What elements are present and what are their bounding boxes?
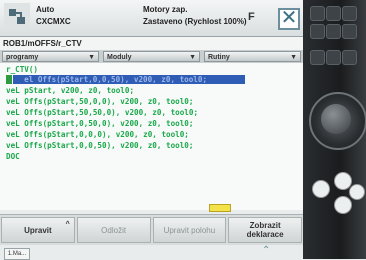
modules-dropdown-label: Moduly xyxy=(107,54,132,61)
show-declarations-label-1: Zobrazit xyxy=(249,221,281,230)
command-bar: Upravit ^ Odložit Upravit polohu Zobrazi… xyxy=(0,214,303,245)
debug-button[interactable]: Odložit xyxy=(76,217,151,243)
hw-increment-icon[interactable] xyxy=(342,50,357,65)
run-button-icon[interactable] xyxy=(312,180,330,198)
routines-dropdown-label: Rutiny xyxy=(208,54,230,61)
show-declarations-button[interactable]: Zobrazit deklarace xyxy=(228,217,302,243)
hw-key-c-icon[interactable] xyxy=(342,6,357,21)
hw-key-b-icon[interactable] xyxy=(326,6,341,21)
code-line[interactable]: veL Offs(pStart,0,0,50), v200, z0, tool0… xyxy=(6,141,193,150)
joystick-knob-icon[interactable] xyxy=(321,104,351,134)
modify-position-button[interactable]: Upravit polohu xyxy=(152,217,227,243)
hw-motion-mode-icon[interactable] xyxy=(326,50,341,65)
code-line[interactable]: veL Offs(pStart,0,0,0), v200, z0, tool0; xyxy=(6,130,189,139)
hw-key-a-icon[interactable] xyxy=(310,6,325,21)
code-line[interactable]: veL pStart, v200, z0, tool0; xyxy=(6,86,134,95)
breadcrumb: ROB1/mOFFS/r_CTV xyxy=(0,37,303,50)
code-line[interactable]: veL Offs(pStart,50,50,0), v200, z0, tool… xyxy=(6,108,198,117)
hw-key-d-icon[interactable] xyxy=(310,24,325,39)
close-button[interactable]: ✕ xyxy=(278,8,300,30)
debug-button-label: Odložit xyxy=(101,225,127,235)
quickset-icon[interactable]: ⌃ xyxy=(262,245,270,256)
program-pointer-icon xyxy=(6,75,12,84)
chevron-down-icon: ▼ xyxy=(88,54,95,61)
code-line[interactable]: veL Offs(pStart,50,0,0), v200, z0, tool0… xyxy=(6,97,193,106)
show-declarations-label-2: deklarace xyxy=(246,230,284,239)
modify-position-label: Upravit polohu xyxy=(163,225,216,235)
controller-label: CXCMXC xyxy=(36,17,71,26)
task-bar: 1.Ma... ⌃ xyxy=(0,245,303,260)
edit-button[interactable]: Upravit ^ xyxy=(1,217,75,243)
code-line[interactable]: r_CTV() xyxy=(6,65,38,74)
hw-key-e-icon[interactable] xyxy=(326,24,341,39)
programs-dropdown-label: programy xyxy=(6,54,39,61)
run-indicator-icon xyxy=(209,204,231,212)
task-button[interactable]: 1.Ma... xyxy=(4,248,30,260)
chevron-down-icon: ▼ xyxy=(189,54,196,61)
code-line[interactable]: DOC xyxy=(6,152,20,161)
status-bar: Auto CXCMXC Motory zap. Zastaveno (Rychl… xyxy=(0,0,303,37)
routines-dropdown[interactable]: Rutiny ▼ xyxy=(204,51,301,62)
hw-key-f-icon[interactable] xyxy=(342,24,357,39)
code-line-selected[interactable]: el Offs(pStart,0,0,50), v200, z0, tool0; xyxy=(13,75,245,84)
stop-button-icon[interactable] xyxy=(349,184,365,200)
speed-status: Zastaveno (Rychlost 100%) xyxy=(143,17,247,26)
programs-dropdown[interactable]: programy ▼ xyxy=(2,51,99,62)
modules-dropdown[interactable]: Moduly ▼ xyxy=(103,51,200,62)
chevron-up-icon: ^ xyxy=(65,221,70,228)
abb-menu-icon[interactable] xyxy=(4,3,30,29)
chevron-down-icon: ▼ xyxy=(290,54,297,61)
edit-button-label: Upravit xyxy=(24,225,52,235)
hw-mech-unit-icon[interactable] xyxy=(310,50,325,65)
code-editor[interactable]: r_CTV() el Offs(pStart,0,0,50), v200, z0… xyxy=(0,63,303,212)
operator-mode-icon[interactable]: F xyxy=(248,11,255,23)
step-back-icon[interactable] xyxy=(334,196,352,214)
editor-tabs: programy ▼ Moduly ▼ Rutiny ▼ xyxy=(0,50,303,63)
code-line[interactable]: veL Offs(pStart,0,50,0), v200, z0, tool0… xyxy=(6,119,193,128)
mode-label: Auto xyxy=(36,5,55,14)
motors-status: Motory zap. xyxy=(143,5,188,14)
